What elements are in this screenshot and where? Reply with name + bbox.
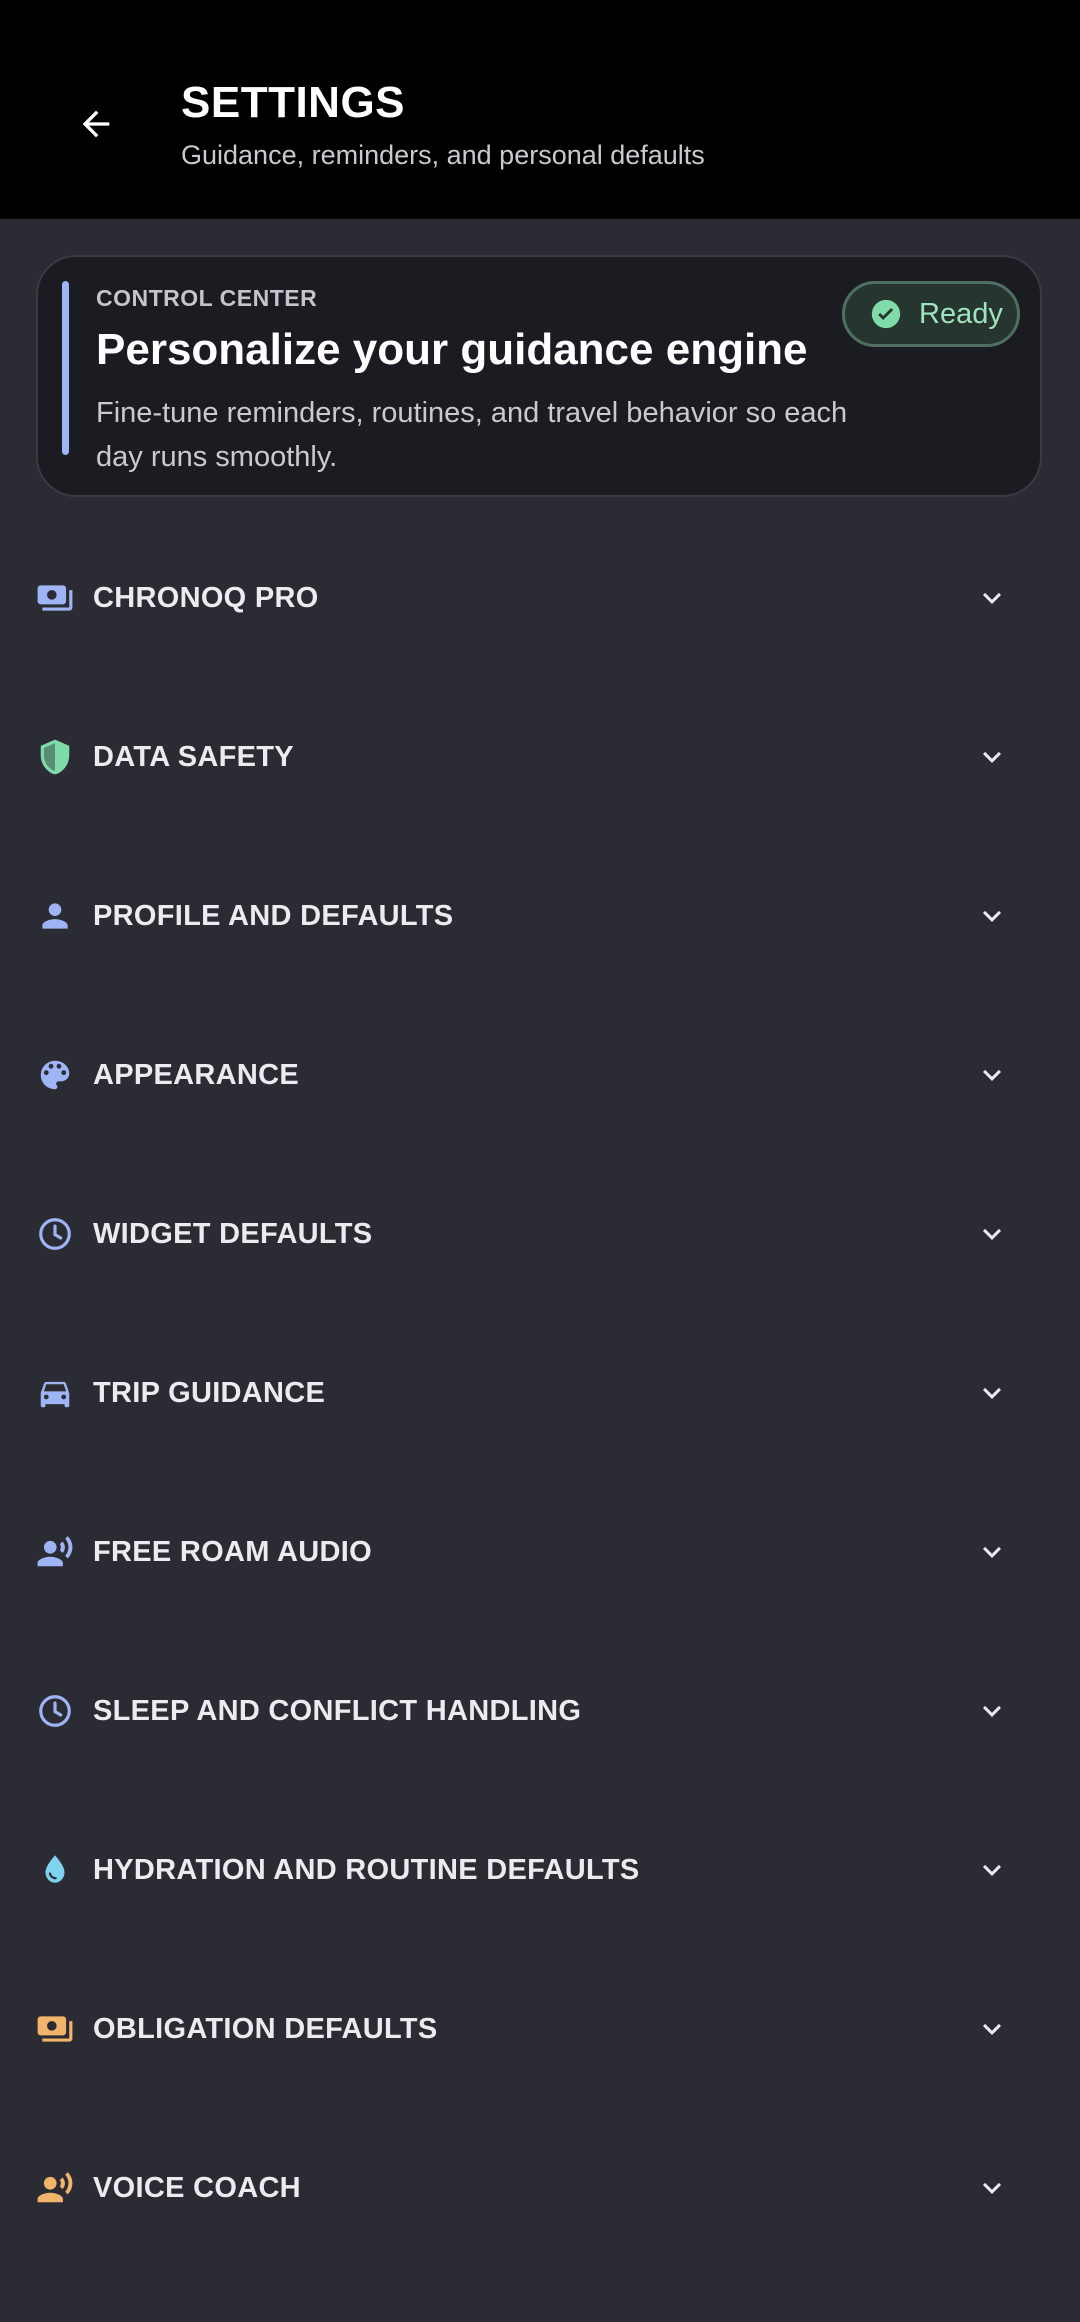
status-label: Ready — [919, 297, 1003, 330]
settings-section-row[interactable]: TRIP GUIDANCE — [0, 1338, 1080, 1448]
page-subtitle: Guidance, reminders, and personal defaul… — [181, 140, 705, 170]
chevron-down-icon[interactable] — [974, 1852, 1010, 1888]
clock-icon — [36, 1215, 74, 1253]
record-voice-icon — [36, 2169, 74, 2207]
settings-section-row[interactable]: APPEARANCE — [0, 1020, 1080, 1130]
section-label: PROFILE AND DEFAULTS — [93, 899, 454, 932]
chevron-down-icon[interactable] — [974, 1693, 1010, 1729]
chevron-down-icon[interactable] — [974, 898, 1010, 934]
section-label: FREE ROAM AUDIO — [93, 1535, 372, 1568]
section-label: VOICE COACH — [93, 2171, 301, 2204]
settings-section-row[interactable]: PROFILE AND DEFAULTS — [0, 861, 1080, 971]
card-title: Personalize your guidance engine — [96, 325, 808, 374]
card-overline: CONTROL CENTER — [96, 285, 318, 311]
back-button[interactable] — [58, 86, 134, 162]
accent-bar — [62, 281, 69, 455]
water-drop-icon — [36, 1851, 74, 1889]
settings-section-row[interactable]: HYDRATION AND ROUTINE DEFAULTS — [0, 1815, 1080, 1925]
section-label: TRIP GUIDANCE — [93, 1376, 326, 1409]
check-circle-icon — [871, 299, 901, 329]
chevron-down-icon[interactable] — [974, 1375, 1010, 1411]
shield-icon — [36, 738, 74, 776]
settings-section-row[interactable]: DATA SAFETY — [0, 702, 1080, 812]
record-voice-icon — [36, 1533, 74, 1571]
app-bar: SETTINGS Guidance, reminders, and person… — [0, 0, 1080, 219]
chevron-down-icon[interactable] — [974, 1534, 1010, 1570]
status-badge: Ready — [842, 281, 1020, 347]
settings-section-row[interactable]: VOICE COACH — [0, 2133, 1080, 2243]
chevron-down-icon[interactable] — [974, 2170, 1010, 2206]
chevron-down-icon[interactable] — [974, 580, 1010, 616]
control-center-card: CONTROL CENTER Personalize your guidance… — [36, 255, 1042, 497]
section-label: HYDRATION AND ROUTINE DEFAULTS — [93, 1853, 640, 1886]
chevron-down-icon[interactable] — [974, 2011, 1010, 2047]
settings-section-row[interactable]: SLEEP AND CONFLICT HANDLING — [0, 1656, 1080, 1766]
section-label: SLEEP AND CONFLICT HANDLING — [93, 1694, 582, 1727]
chevron-down-icon[interactable] — [974, 1057, 1010, 1093]
section-label: DATA SAFETY — [93, 740, 294, 773]
chevron-down-icon[interactable] — [974, 739, 1010, 775]
payments-icon — [36, 579, 74, 617]
arrow-back-icon — [82, 110, 110, 138]
settings-section-row[interactable]: CHRONOQ PRO — [0, 543, 1080, 653]
card-description: Fine-tune reminders, routines, and trave… — [96, 397, 848, 473]
page-title: SETTINGS — [181, 78, 406, 127]
section-label: CHRONOQ PRO — [93, 581, 319, 614]
payments-icon — [36, 2010, 74, 2048]
section-label: WIDGET DEFAULTS — [93, 1217, 373, 1250]
car-icon — [36, 1374, 74, 1412]
chevron-down-icon[interactable] — [974, 1216, 1010, 1252]
palette-icon — [36, 1056, 74, 1094]
person-icon — [36, 897, 74, 935]
settings-section-row[interactable]: OBLIGATION DEFAULTS — [0, 1974, 1080, 2084]
section-label: APPEARANCE — [93, 1058, 300, 1091]
settings-section-row[interactable]: FREE ROAM AUDIO — [0, 1497, 1080, 1607]
clock-icon — [36, 1692, 74, 1730]
section-label: OBLIGATION DEFAULTS — [93, 2012, 438, 2045]
settings-section-row[interactable]: WIDGET DEFAULTS — [0, 1179, 1080, 1289]
